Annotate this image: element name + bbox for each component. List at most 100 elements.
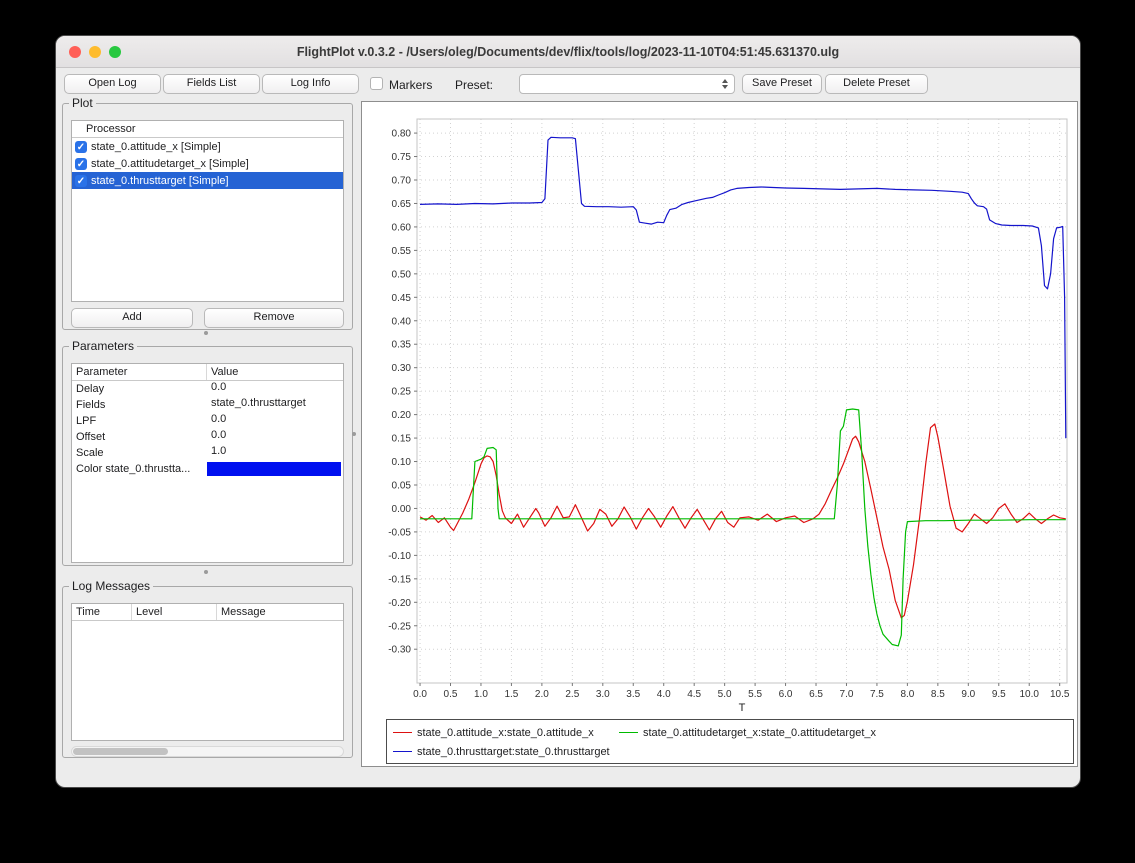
minimize-button[interactable] [89,46,101,58]
svg-text:0.55: 0.55 [392,246,412,257]
svg-text:-0.15: -0.15 [388,574,411,585]
svg-text:0.70: 0.70 [392,175,412,186]
splitter-handle[interactable] [204,331,208,335]
svg-text:5.5: 5.5 [748,689,762,700]
svg-text:0.45: 0.45 [392,293,412,304]
legend-row: state_0.thrusttarget:state_0.thrusttarge… [393,742,1067,761]
splitter-handle[interactable] [204,570,208,574]
parameter-value: 0.0 [207,413,343,429]
parameter-name: LPF [72,415,207,427]
legend-item: state_0.attitude_x:state_0.attitude_x [393,727,619,739]
svg-text:4.5: 4.5 [687,689,701,700]
log-messages-group-title: Log Messages [69,579,153,593]
legend-line-sample [393,751,412,752]
parameter-value: state_0.thrusttarget [207,397,343,413]
horizontal-scrollbar[interactable] [71,746,344,757]
parameter-row[interactable]: Offset0.0 [72,429,343,445]
item-checkbox[interactable]: ✓ [75,175,87,187]
parameter-name: Scale [72,447,207,459]
preset-combobox[interactable] [519,74,735,94]
legend-row: state_0.attitude_x:state_0.attitude_x st… [393,723,1067,742]
svg-text:0.00: 0.00 [392,504,412,515]
parameters-table[interactable]: Parameter Value Delay0.0Fieldsstate_0.th… [71,363,344,563]
svg-text:9.5: 9.5 [992,689,1006,700]
svg-text:2.0: 2.0 [535,689,549,700]
title-bar[interactable]: FlightPlot v.0.3.2 - /Users/oleg/Documen… [56,36,1080,68]
plot-list-header: Processor [72,121,343,138]
svg-text:10.5: 10.5 [1050,689,1070,700]
level-column-header: Level [132,604,217,620]
message-column-header: Message [217,604,343,620]
svg-text:3.5: 3.5 [626,689,640,700]
log-messages-table[interactable]: Time Level Message [71,603,344,741]
chart-canvas[interactable]: -0.30-0.25-0.20-0.15-0.10-0.050.000.050.… [362,102,1077,716]
svg-text:7.5: 7.5 [870,689,884,700]
svg-text:0.30: 0.30 [392,363,412,374]
series-line-state_0.thrusttarget [420,137,1066,438]
svg-text:8.5: 8.5 [931,689,945,700]
plot-series-list[interactable]: Processor ✓state_0.attitude_x [Simple]✓s… [71,120,344,302]
desktop: { "window": { "title": "FlightPlot v.0.3… [0,0,1135,863]
svg-text:0.25: 0.25 [392,387,412,398]
svg-text:-0.30: -0.30 [388,645,411,656]
parameter-row[interactable]: Scale1.0 [72,445,343,461]
plot-item-label: state_0.thrusttarget [Simple] [91,175,229,187]
item-checkbox[interactable]: ✓ [75,141,87,153]
parameters-group-title: Parameters [69,339,137,353]
legend-label: state_0.thrusttarget:state_0.thrusttarge… [417,746,610,758]
app-window: FlightPlot v.0.3.2 - /Users/oleg/Documen… [55,35,1081,788]
delete-preset-button[interactable]: Delete Preset [825,74,928,94]
time-column-header: Time [72,604,132,620]
svg-text:0.15: 0.15 [392,434,412,445]
markers-checkbox[interactable] [370,77,383,90]
fields-list-button[interactable]: Fields List [163,74,260,94]
svg-text:-0.25: -0.25 [388,621,411,632]
parameter-value: 0.0 [207,429,343,445]
zoom-button[interactable] [109,46,121,58]
chart-panel[interactable]: -0.30-0.25-0.20-0.15-0.10-0.050.000.050.… [361,101,1078,767]
log-messages-group: Log Messages Time Level Message [62,579,353,758]
svg-text:0.20: 0.20 [392,410,412,421]
remove-button[interactable]: Remove [204,308,344,328]
plot-list-item[interactable]: ✓ state_0.thrusttarget [Simple] [72,172,343,189]
legend-line-sample [393,732,412,733]
log-info-button[interactable]: Log Info [262,74,359,94]
legend-label: state_0.attitude_x:state_0.attitude_x [417,727,594,739]
close-button[interactable] [69,46,81,58]
item-checkbox[interactable]: ✓ [75,158,87,170]
plot-list-item[interactable]: ✓state_0.attitudetarget_x [Simple] [72,155,343,172]
parameter-row[interactable]: LPF0.0 [72,413,343,429]
parameter-row[interactable]: Color state_0.thrustta... [72,461,343,477]
svg-text:8.0: 8.0 [900,689,914,700]
svg-text:1.5: 1.5 [504,689,518,700]
svg-text:0.5: 0.5 [444,689,458,700]
parameter-row[interactable]: Delay0.0 [72,381,343,397]
svg-text:0.40: 0.40 [392,316,412,327]
legend-line-sample [619,732,638,733]
svg-text:0.10: 0.10 [392,457,412,468]
combo-arrows-icon[interactable] [718,77,731,91]
parameters-group: Parameters Parameter Value Delay0.0Field… [62,339,353,566]
svg-text:3.0: 3.0 [596,689,610,700]
scrollbar-thumb[interactable] [73,748,168,755]
svg-text:9.0: 9.0 [961,689,975,700]
plot-list-item[interactable]: ✓state_0.attitude_x [Simple] [72,138,343,155]
open-log-button[interactable]: Open Log [64,74,161,94]
processor-column-header: Processor [72,121,343,137]
splitter-handle[interactable] [352,432,356,436]
svg-text:0.80: 0.80 [392,129,412,140]
plot-group-title: Plot [69,96,96,110]
svg-text:-0.05: -0.05 [388,527,411,538]
svg-text:6.0: 6.0 [779,689,793,700]
add-button[interactable]: Add [71,308,193,328]
svg-text:7.0: 7.0 [840,689,854,700]
svg-text:0.75: 0.75 [392,152,412,163]
parameter-row[interactable]: Fieldsstate_0.thrusttarget [72,397,343,413]
svg-text:0.0: 0.0 [413,689,427,700]
parameters-body: Delay0.0Fieldsstate_0.thrusttargetLPF0.0… [72,381,343,477]
parameter-value [207,461,343,477]
save-preset-button[interactable]: Save Preset [742,74,822,94]
traffic-lights [69,46,121,58]
color-swatch[interactable] [207,462,341,476]
preset-label: Preset: [455,78,493,92]
